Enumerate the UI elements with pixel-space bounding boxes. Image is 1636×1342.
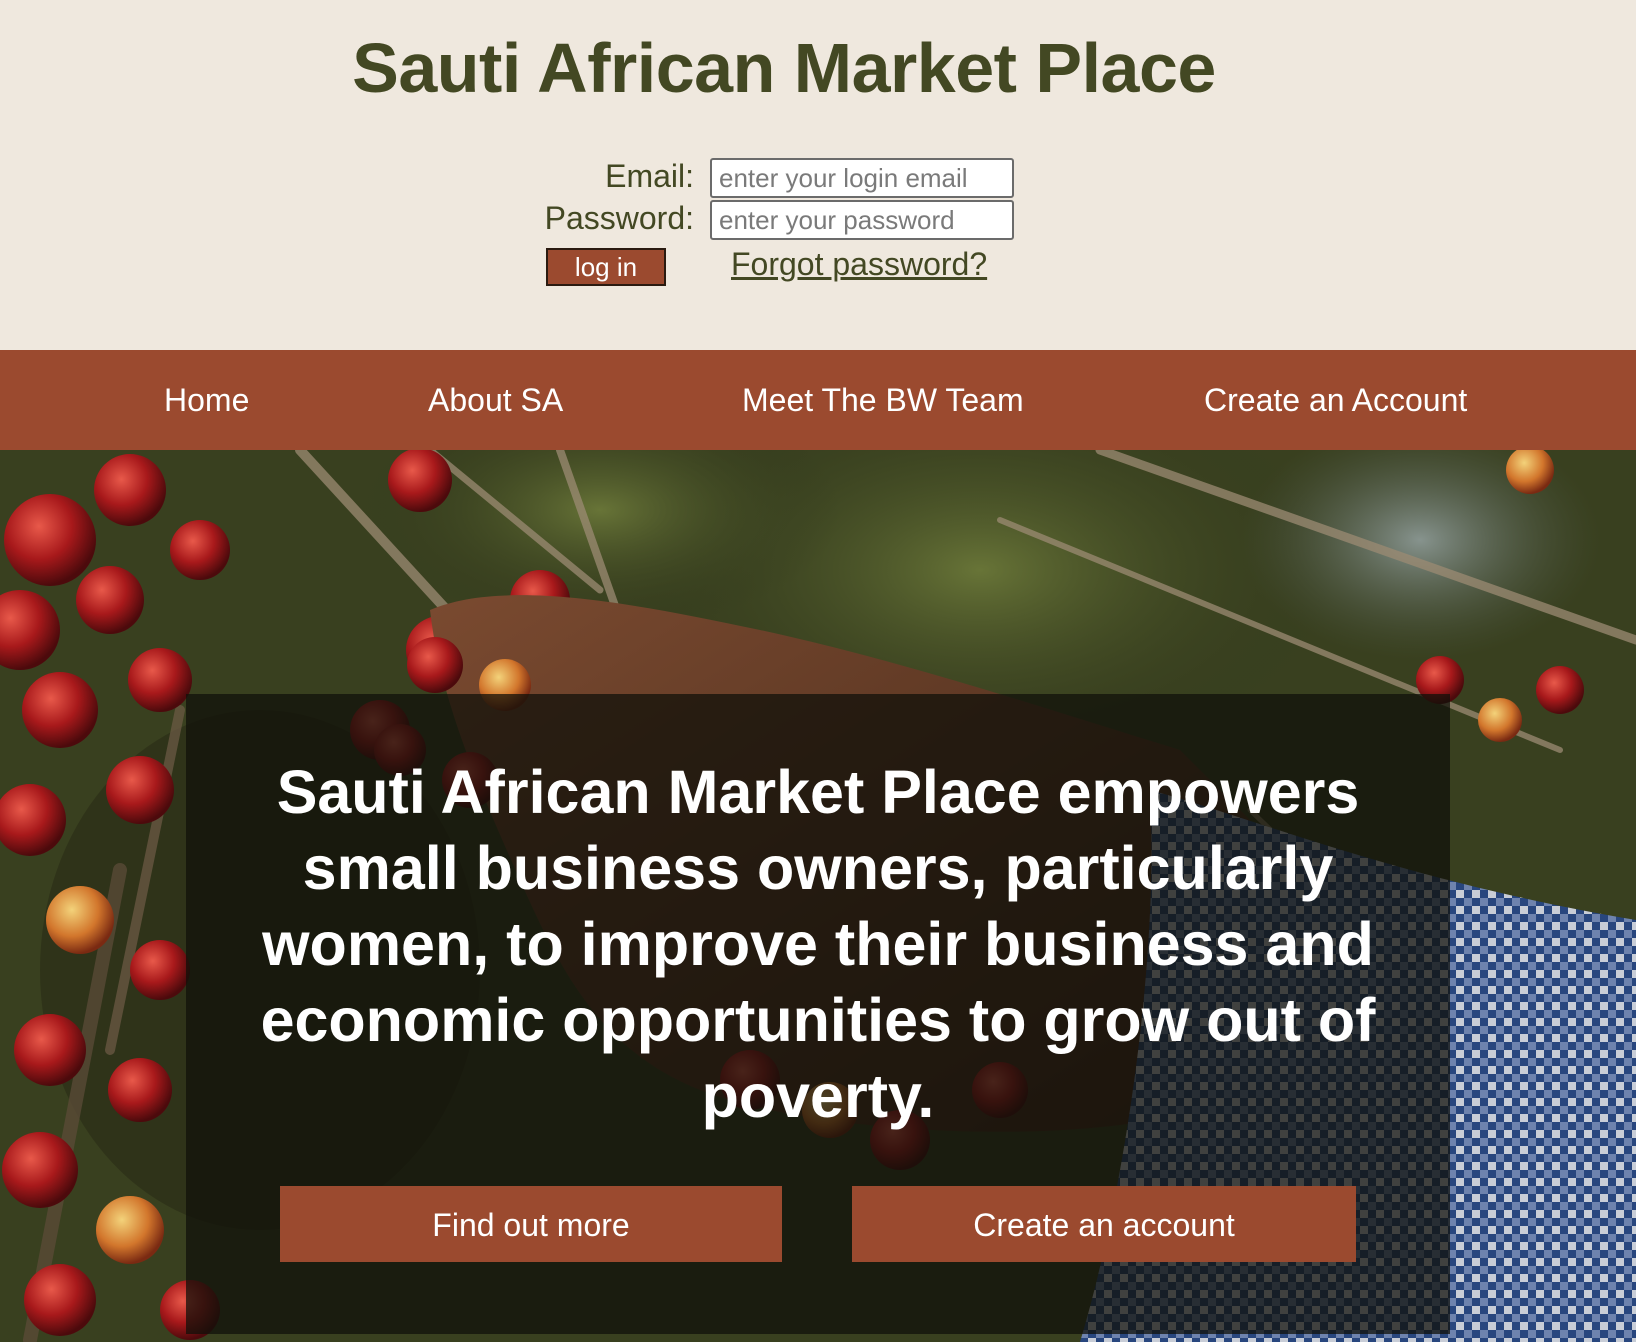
main-nav: Home About SA Meet The BW Team Create an… bbox=[0, 350, 1636, 450]
nav-item-about-sa[interactable]: About SA bbox=[428, 350, 563, 450]
site-header: Sauti African Market Place Email: Passwo… bbox=[0, 0, 1636, 350]
hero-overlay-panel: Sauti African Market Place empowers smal… bbox=[186, 694, 1450, 1334]
create-account-button[interactable]: Create an account bbox=[852, 1186, 1356, 1262]
find-out-more-button[interactable]: Find out more bbox=[280, 1186, 782, 1262]
nav-item-meet-team[interactable]: Meet The BW Team bbox=[742, 350, 1024, 450]
password-label: Password: bbox=[544, 200, 694, 236]
email-label: Email: bbox=[605, 158, 694, 194]
forgot-password-link[interactable]: Forgot password? bbox=[731, 246, 987, 283]
nav-item-create-account[interactable]: Create an Account bbox=[1204, 350, 1467, 450]
nav-item-home[interactable]: Home bbox=[164, 350, 249, 450]
email-field[interactable] bbox=[710, 158, 1014, 198]
site-title: Sauti African Market Place bbox=[352, 29, 1216, 107]
password-field[interactable] bbox=[710, 200, 1014, 240]
login-button[interactable]: log in bbox=[546, 248, 666, 286]
hero-headline: Sauti African Market Place empowers smal… bbox=[260, 758, 1376, 1130]
hero-section: Sauti African Market Place empowers smal… bbox=[0, 450, 1636, 1342]
login-form: Email: Password: log in Forgot password? bbox=[0, 158, 1636, 288]
